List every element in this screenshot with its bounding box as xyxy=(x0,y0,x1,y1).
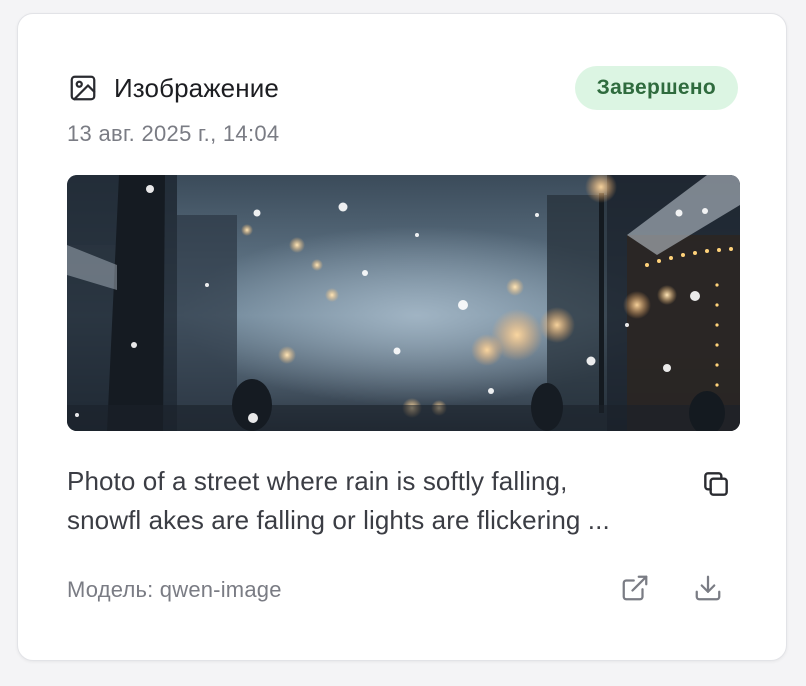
download-icon xyxy=(693,573,723,608)
status-badge: Завершено xyxy=(574,66,738,110)
generation-card: Изображение Завершено 13 авг. 2025 г., 1… xyxy=(17,13,787,661)
prompt-line-2: snowfl akes are falling or lights are fl… xyxy=(67,505,610,535)
copy-icon xyxy=(700,468,732,505)
copy-button[interactable] xyxy=(698,468,734,504)
external-link-icon xyxy=(620,573,650,608)
type-label: Изображение xyxy=(114,72,279,103)
open-external-button[interactable] xyxy=(618,573,652,607)
download-button[interactable] xyxy=(691,573,725,607)
image-preview[interactable] xyxy=(67,175,740,431)
timestamp: 13 авг. 2025 г., 14:04 xyxy=(67,121,280,146)
prompt-text: Photo of a street where rain is softly f… xyxy=(67,462,667,540)
card-header: Изображение Завершено xyxy=(68,66,738,110)
prompt-line-1: Photo of a street where rain is softly f… xyxy=(67,466,568,496)
image-icon xyxy=(68,73,98,103)
model-label: Модель: qwen-image xyxy=(67,577,282,602)
